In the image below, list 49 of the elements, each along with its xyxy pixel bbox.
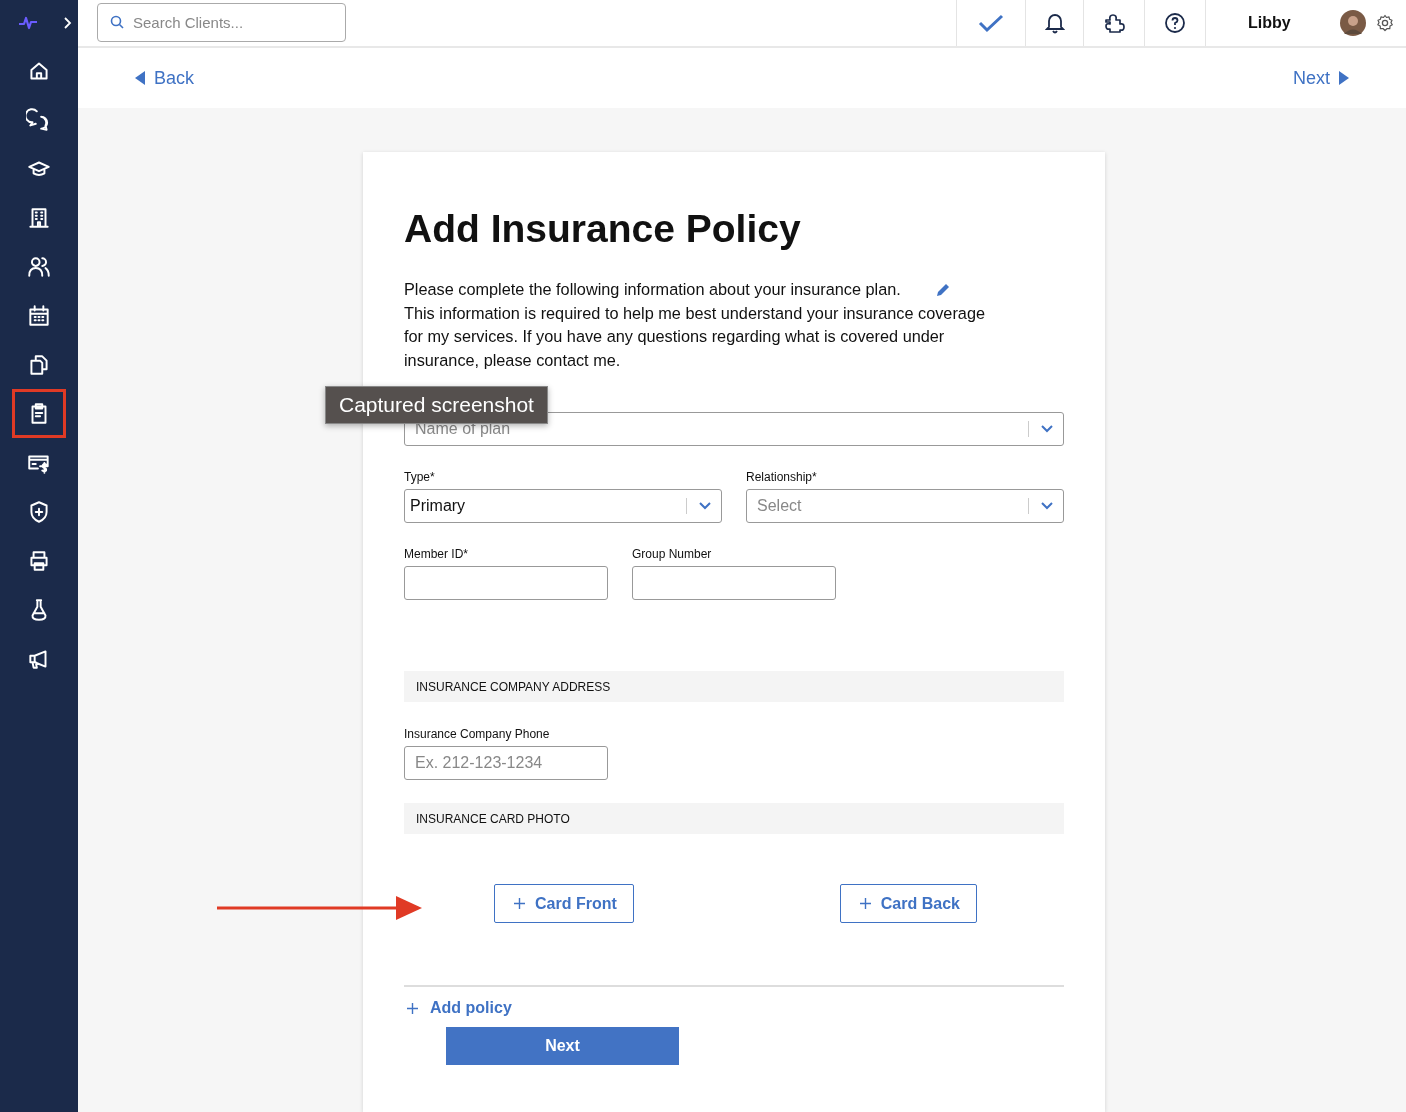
user-name[interactable]: Libby: [1248, 14, 1340, 33]
next-link[interactable]: Next: [1293, 67, 1350, 89]
select-placeholder: Select: [756, 497, 803, 515]
back-link[interactable]: Back: [134, 67, 195, 89]
phone-field[interactable]: Ex. 212-123-1234: [404, 746, 608, 780]
section-header: INSURANCE COMPANY ADDRESS: [404, 671, 1064, 702]
chevron-down-icon: [699, 502, 711, 510]
field-label: Relationship*: [746, 470, 818, 484]
add-policy-link[interactable]: Add policy: [404, 999, 517, 1017]
logo-icon: [18, 16, 38, 30]
left-triangle-icon: [134, 70, 146, 87]
plus-icon: [859, 898, 871, 909]
calendar-icon: [26, 302, 52, 329]
next-button[interactable]: Next: [446, 1027, 679, 1065]
field-label: Type*: [404, 470, 436, 484]
select-value: Primary: [410, 497, 467, 515]
sidebar-item[interactable]: [15, 392, 63, 435]
back-label: Back: [154, 67, 195, 89]
help-button[interactable]: [1144, 0, 1206, 47]
upload-button[interactable]: Card Back: [839, 884, 977, 923]
next-label: Next: [1293, 67, 1330, 89]
form-title: Add Insurance Policy: [404, 206, 802, 252]
field-label: Insurance Company Phone: [404, 727, 551, 741]
pencil-icon[interactable]: [934, 281, 951, 298]
section-header: INSURANCE CARD PHOTO: [404, 803, 1064, 834]
right-triangle-icon: [1338, 70, 1350, 87]
chevron-down-icon: [1041, 502, 1053, 510]
type-select[interactable]: Primary: [404, 489, 722, 523]
settings-icon[interactable]: [1376, 14, 1394, 33]
plus-icon: [407, 1002, 418, 1014]
description-text: This information is required to help me best understand your insurance coverage for my services. If you have any questions regarding what is covered under insurance, please contact me.: [404, 302, 986, 371]
expand-icon[interactable]: [62, 16, 72, 30]
bell-icon: [1044, 12, 1065, 35]
chevron-down-icon: [1041, 425, 1053, 433]
tooltip: Captured screenshot: [325, 386, 548, 424]
search-field[interactable]: Search Clients...: [97, 3, 346, 42]
help-icon: [1164, 12, 1186, 35]
field-label: Group Number: [632, 547, 713, 561]
description-text: Please complete the following information about your insurance plan.: [404, 279, 901, 300]
member-id-field[interactable]: [404, 566, 608, 600]
puzzle-icon: [1103, 12, 1125, 35]
avatar-icon[interactable]: [1340, 10, 1366, 37]
check-icon: [978, 13, 1004, 34]
search-icon: [110, 15, 124, 29]
field-label: Member ID*: [404, 547, 469, 561]
upload-button[interactable]: Card Front: [494, 884, 634, 923]
group-number-field[interactable]: [632, 566, 836, 600]
relationship-select[interactable]: Select: [746, 489, 1064, 523]
plus-icon: [514, 898, 525, 909]
